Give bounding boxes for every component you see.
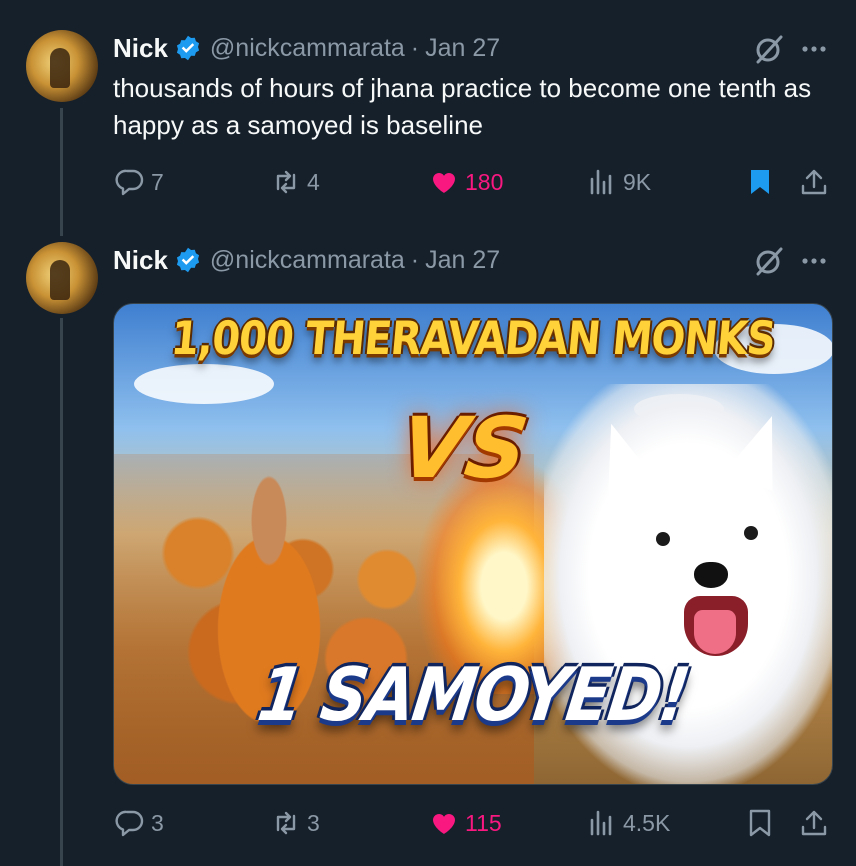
- bookmark-button[interactable]: [745, 805, 781, 841]
- author-name[interactable]: Nick: [113, 245, 168, 276]
- retweet-count: 3: [307, 809, 320, 836]
- tweet-image[interactable]: 1,000 THERAVADAN MONKS VS 1 SAMOYED!: [113, 303, 833, 785]
- tweet-header: Nick @nickcammarata · Jan 27: [113, 243, 500, 277]
- like-count: 115: [465, 809, 502, 836]
- like-button[interactable]: 115: [429, 805, 502, 841]
- reply-button[interactable]: 3: [115, 805, 164, 841]
- separator: ·: [410, 245, 420, 274]
- share-button[interactable]: [799, 805, 835, 841]
- author-handle[interactable]: @nickcammarata: [210, 246, 405, 275]
- tweet-actions: 3 3 115 4.5K: [113, 805, 833, 841]
- more-icon[interactable]: [800, 247, 828, 275]
- reply-icon: [115, 810, 144, 837]
- retweet-button[interactable]: 3: [271, 805, 320, 841]
- grok-icon[interactable]: [754, 246, 784, 276]
- image-bottom-text: 1 SAMOYED!: [252, 653, 694, 739]
- tweet-date[interactable]: Jan 27: [425, 246, 500, 275]
- views-count: 4.5K: [623, 809, 671, 836]
- image-vs-text: VS: [394, 399, 534, 497]
- retweet-icon: [276, 811, 296, 835]
- verified-badge-icon: [174, 246, 202, 274]
- share-icon: [801, 810, 827, 836]
- bookmark-icon: [749, 809, 771, 837]
- heart-icon: [433, 814, 455, 834]
- tweet[interactable]: Nick @nickcammarata · Jan 27 1,000 THERA…: [0, 0, 856, 866]
- timeline: Nick @nickcammarata · Jan 27 thousands o…: [0, 0, 856, 866]
- views-icon: [590, 810, 612, 836]
- image-top-text: 1,000 THERAVADAN MONKS: [168, 312, 778, 366]
- views-button[interactable]: 4.5K: [587, 805, 670, 841]
- reply-count: 3: [151, 809, 164, 836]
- avatar[interactable]: [26, 242, 98, 314]
